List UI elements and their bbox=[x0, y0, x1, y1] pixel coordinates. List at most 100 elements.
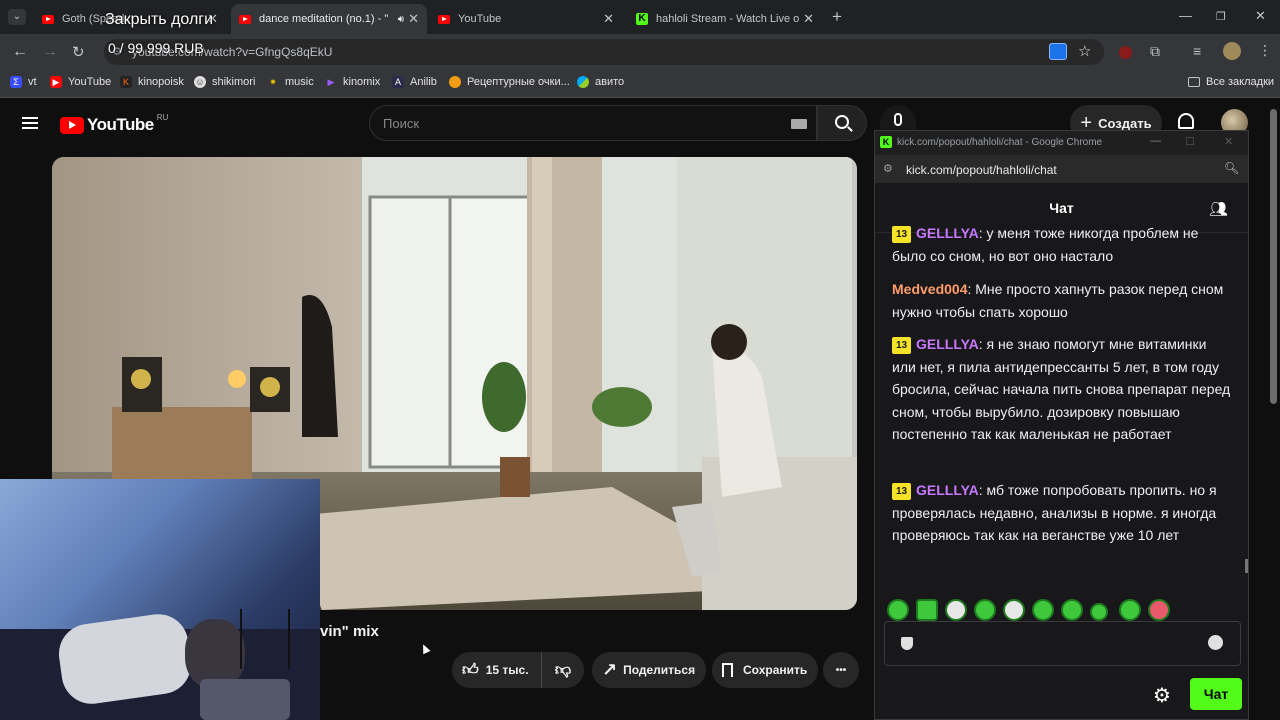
chat-message: Medved004: Мне просто хапнуть разок пере… bbox=[892, 281, 1224, 320]
bookmark-label: kinomix bbox=[343, 76, 381, 88]
youtube-icon: ▶ bbox=[50, 76, 62, 88]
chat-input[interactable] bbox=[884, 621, 1241, 666]
popup-maximize-icon[interactable]: ☐ bbox=[1185, 135, 1195, 148]
video-title: vin" mix bbox=[320, 623, 379, 640]
chat-scrollbar[interactable] bbox=[1245, 559, 1248, 573]
minimize-icon[interactable]: — bbox=[1179, 8, 1192, 23]
chat-username[interactable]: GELLLYA bbox=[916, 336, 979, 352]
extensions-icon[interactable]: ⧉ bbox=[1150, 43, 1160, 60]
bookmark-music[interactable]: ✷ music bbox=[267, 76, 314, 88]
notifications-bell-icon[interactable] bbox=[1178, 113, 1194, 129]
emoji-picker-icon[interactable] bbox=[1208, 635, 1223, 650]
donation-goal-amount: 0 / 99 999 RUB bbox=[108, 40, 204, 56]
subscriber-badge: 13 bbox=[892, 226, 911, 243]
extension-red-icon[interactable] bbox=[1119, 46, 1132, 59]
search-input[interactable]: Поиск bbox=[369, 105, 817, 141]
all-bookmarks-label: Все закладки bbox=[1206, 76, 1275, 88]
site-settings-icon[interactable]: ⚙ bbox=[883, 162, 893, 175]
all-bookmarks[interactable]: Все закладки bbox=[1188, 76, 1274, 88]
users-icon[interactable]: 👥︎ bbox=[1209, 200, 1228, 218]
folder-icon bbox=[1188, 77, 1200, 87]
dislike-button[interactable]: 👎︎ bbox=[542, 652, 584, 688]
chat-username[interactable]: GELLLYA bbox=[916, 225, 979, 241]
emote-frog-icon[interactable] bbox=[974, 599, 996, 621]
tab-close-icon[interactable]: ✕ bbox=[408, 11, 419, 27]
bookmark-shikimori[interactable]: ☺ shikimori bbox=[194, 76, 255, 88]
share-button[interactable]: ↗ Поделиться bbox=[592, 652, 706, 688]
emote-frog-icon[interactable] bbox=[1090, 603, 1108, 621]
like-button[interactable]: 👍︎ 15 тыс. bbox=[452, 652, 542, 688]
emote-frog-icon[interactable] bbox=[887, 599, 909, 621]
bookmark-glasses[interactable]: Рецептурные очки... bbox=[449, 76, 570, 88]
bookmark-label: music bbox=[285, 76, 314, 88]
reload-icon[interactable]: ↻ bbox=[72, 43, 85, 61]
page-scrollbar[interactable] bbox=[1270, 109, 1277, 404]
tab-dance-meditation[interactable]: dance meditation (no.1) - " 🔊︎ ✕ bbox=[231, 4, 427, 34]
window-close-icon[interactable]: ✕ bbox=[1255, 8, 1266, 24]
bookmark-label: авито bbox=[595, 76, 625, 88]
youtube-favicon-icon bbox=[42, 14, 54, 24]
subscriber-badge: 13 bbox=[892, 483, 911, 500]
bookmark-youtube[interactable]: ▶ YouTube bbox=[50, 76, 111, 88]
glasses-shop-icon bbox=[449, 76, 461, 88]
shield-icon[interactable] bbox=[901, 637, 913, 650]
youtube-favicon-icon bbox=[239, 14, 251, 24]
region-code: RU bbox=[156, 112, 169, 122]
media-control-icon[interactable]: ≡ bbox=[1193, 43, 1201, 59]
youtube-logo[interactable]: YouTube RU bbox=[60, 112, 169, 135]
back-icon[interactable]: ← bbox=[12, 43, 28, 61]
emote-frog-icon[interactable] bbox=[1148, 599, 1170, 621]
tab-hahloli-stream[interactable]: K hahloli Stream - Watch Live on ✕ bbox=[628, 4, 822, 34]
music-icon: ✷ bbox=[269, 77, 277, 87]
search-button[interactable] bbox=[817, 105, 867, 141]
like-dislike-group: 👍︎ 15 тыс. 👎︎ bbox=[452, 652, 584, 688]
send-chat-button[interactable]: Чат bbox=[1190, 678, 1242, 710]
tab-youtube[interactable]: YouTube ✕ bbox=[430, 4, 622, 34]
bookmark-anilib[interactable]: A Anilib bbox=[392, 76, 437, 88]
anilib-icon: A bbox=[392, 76, 404, 88]
install-app-icon[interactable] bbox=[1049, 43, 1067, 60]
chat-username[interactable]: Medved004 bbox=[892, 281, 967, 297]
emote-frog-icon[interactable] bbox=[916, 599, 938, 621]
bookmark-star-icon[interactable]: ☆ bbox=[1078, 42, 1091, 60]
kick-favicon-icon: K bbox=[636, 13, 648, 25]
new-tab-button[interactable]: + bbox=[832, 7, 842, 27]
popup-addressbar: ⚙ kick.com/popout/hahloli/chat 🔍︎ bbox=[875, 155, 1248, 183]
maximize-icon[interactable]: ❐ bbox=[1216, 10, 1226, 23]
bookmark-label: vt bbox=[28, 76, 37, 88]
donation-goal-title: Закрыть долги bbox=[105, 11, 214, 28]
bookmarks-bar: Σvt ▶ YouTube Kkinopoisk ☺ shikimori ✷ musi… bbox=[0, 70, 1280, 98]
chat-username[interactable]: GELLLYA bbox=[916, 482, 979, 498]
bookmark-label: Anilib bbox=[410, 76, 437, 88]
more-icon: ••• bbox=[835, 664, 847, 676]
chat-settings-icon[interactable]: ⚙ bbox=[1153, 683, 1171, 708]
bookmark-kinopoisk[interactable]: Kkinopoisk bbox=[120, 76, 184, 88]
zoom-icon[interactable]: 🔍︎ bbox=[1224, 161, 1239, 175]
tab-title: hahloli Stream - Watch Live on bbox=[656, 13, 800, 25]
hamburger-menu-icon[interactable] bbox=[22, 117, 38, 129]
popup-minimize-icon[interactable]: — bbox=[1150, 135, 1161, 147]
share-icon: ↗ bbox=[602, 659, 618, 680]
bookmark-vt[interactable]: Σvt bbox=[10, 76, 37, 88]
address-bar[interactable]: ⚙ youtube.com/watch?v=GfngQs8qEkU ☆ bbox=[104, 39, 1104, 65]
emote-frog-icon[interactable] bbox=[1032, 599, 1054, 621]
bookmark-avito[interactable]: авито bbox=[577, 76, 624, 88]
chat-message: 13 GELLLYA: мб тоже попробовать пропить. … bbox=[892, 482, 1217, 544]
emote-frog-icon[interactable] bbox=[1003, 599, 1025, 621]
tab-search-button[interactable]: ⌄ bbox=[8, 9, 26, 25]
shikimori-icon: ☺ bbox=[194, 76, 206, 88]
chrome-menu-icon[interactable]: ⋮ bbox=[1258, 42, 1272, 59]
bookmark-kinomix[interactable]: ▶ kinomix bbox=[325, 76, 381, 88]
profile-avatar[interactable] bbox=[1223, 42, 1241, 60]
keyboard-icon[interactable] bbox=[791, 119, 807, 129]
audio-playing-icon[interactable]: 🔊︎ bbox=[398, 14, 404, 25]
forward-icon[interactable]: → bbox=[42, 43, 58, 61]
emote-frog-icon[interactable] bbox=[1061, 599, 1083, 621]
tab-close-icon[interactable]: ✕ bbox=[803, 11, 814, 27]
tab-close-icon[interactable]: ✕ bbox=[603, 11, 614, 27]
emote-frog-icon[interactable] bbox=[1119, 599, 1141, 621]
popup-close-icon[interactable]: ✕ bbox=[1224, 135, 1233, 148]
emote-frog-icon[interactable] bbox=[945, 599, 967, 621]
save-button[interactable]: Сохранить bbox=[712, 652, 818, 688]
more-actions-button[interactable]: ••• bbox=[823, 652, 859, 688]
